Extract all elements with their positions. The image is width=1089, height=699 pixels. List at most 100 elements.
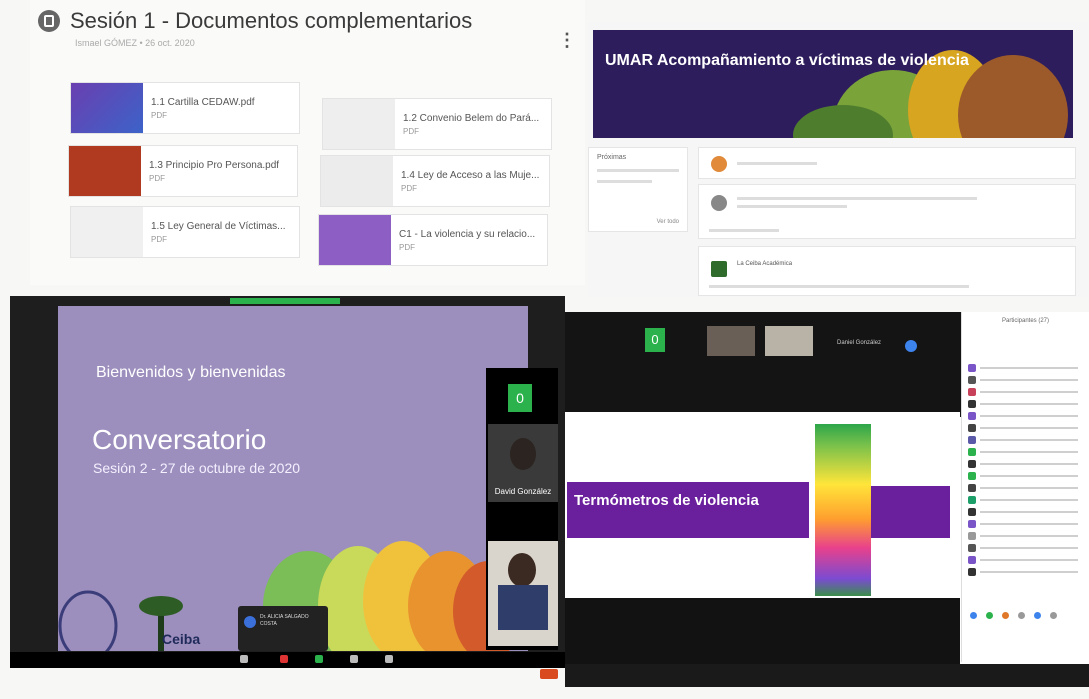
meeting-toolbar xyxy=(10,652,565,668)
stream-post[interactable] xyxy=(698,184,1076,239)
participant-row[interactable] xyxy=(968,364,1078,372)
share-bar xyxy=(230,298,340,304)
panel-title: Participantes (27) xyxy=(1002,318,1050,324)
participant-row[interactable] xyxy=(968,508,1078,516)
avatar xyxy=(711,156,727,172)
slide-logo-text: Ceiba xyxy=(162,631,201,647)
participant-row[interactable] xyxy=(968,568,1078,576)
video-tile[interactable] xyxy=(707,326,755,356)
reaction-icon[interactable] xyxy=(986,612,993,619)
participant-row[interactable] xyxy=(968,376,1078,384)
banner-illustration xyxy=(793,50,1068,138)
slide-title: Termómetros de violencia xyxy=(574,492,759,509)
reaction-icon[interactable] xyxy=(1018,612,1025,619)
class-stream-panel: UMAR Acompañamiento a víctimas de violen… xyxy=(588,22,1088,297)
reaction-icon[interactable] xyxy=(1050,612,1057,619)
slide-footer xyxy=(565,598,960,664)
class-title: UMAR Acompañamiento a víctimas de violen… xyxy=(605,52,969,69)
participant-row[interactable] xyxy=(968,496,1078,504)
slide-session: Sesión 2 - 27 de octubre de 2020 xyxy=(93,460,301,476)
pdf-thumbnail xyxy=(71,207,143,257)
attachment-name: 1.5 Ley General de Víctimas... xyxy=(151,220,286,232)
participant-row[interactable] xyxy=(968,448,1078,456)
slide-welcome: Bienvenidos y bienvenidas xyxy=(96,364,286,381)
attachment-type: PDF xyxy=(403,126,419,136)
attachment-type: PDF xyxy=(151,110,167,120)
attachment-type: PDF xyxy=(149,173,165,183)
documents-panel: Sesión 1 - Documentos complementarios Is… xyxy=(30,0,585,285)
video-tile[interactable] xyxy=(488,541,558,646)
assignment-icon xyxy=(38,10,60,32)
attachment-type: PDF xyxy=(399,242,415,252)
attachment-card[interactable]: 1.3 Principio Pro Persona.pdf PDF xyxy=(68,145,298,197)
more-options-icon[interactable]: ⋮ xyxy=(558,30,576,51)
attachment-name: 1.3 Principio Pro Persona.pdf xyxy=(149,159,280,171)
reaction-icon[interactable] xyxy=(1034,612,1041,619)
attachment-card[interactable]: 1.5 Ley General de Víctimas... PDF xyxy=(70,206,300,258)
participant-row[interactable] xyxy=(968,556,1078,564)
title-band xyxy=(567,482,809,538)
participant-row[interactable] xyxy=(968,472,1078,480)
attachment-type: PDF xyxy=(401,183,417,193)
screenshot-collage: Sesión 1 - Documentos complementarios Is… xyxy=(0,0,1089,699)
upcoming-line xyxy=(597,180,652,183)
pdf-thumbnail xyxy=(69,146,141,196)
title-band-right xyxy=(870,486,950,538)
attachment-card[interactable]: 1.4 Ley de Acceso a las Muje... PDF xyxy=(320,155,550,207)
person-body xyxy=(498,585,548,630)
participant-popup[interactable]: Dr. ALICIA SALGADO COSTA xyxy=(238,606,328,651)
participant-row[interactable] xyxy=(968,532,1078,540)
avatar xyxy=(244,616,256,628)
share-screen-icon[interactable] xyxy=(315,655,323,663)
page-title: Sesión 1 - Documentos complementarios xyxy=(70,8,473,33)
participants-panel: Participantes (27) xyxy=(961,312,1089,662)
video-icon[interactable] xyxy=(280,655,288,663)
upcoming-label: Próximas xyxy=(597,154,627,161)
speaking-indicator-icon xyxy=(905,340,917,352)
participant-row[interactable] xyxy=(968,460,1078,468)
post-author: La Ceiba Académica xyxy=(737,261,793,267)
participant-row[interactable] xyxy=(968,388,1078,396)
violentometro-graphic xyxy=(815,424,871,596)
attachment-name: 1.1 Cartilla CEDAW.pdf xyxy=(151,96,255,108)
attachment-type: PDF xyxy=(151,234,167,244)
participant-row[interactable] xyxy=(968,484,1078,492)
attachment-name: 1.2 Convenio Belem do Pará... xyxy=(403,112,540,124)
participant-row[interactable] xyxy=(968,412,1078,420)
class-banner: UMAR Acompañamiento a víctimas de violen… xyxy=(593,30,1073,138)
slide-title: Conversatorio xyxy=(92,424,267,455)
participant-tile[interactable]: 0 xyxy=(508,384,532,412)
view-all-link[interactable]: Ver todo xyxy=(657,219,679,225)
slide-trees xyxy=(58,541,523,651)
participant-row[interactable] xyxy=(968,544,1078,552)
participant-row[interactable] xyxy=(968,400,1078,408)
pdf-thumbnail xyxy=(319,215,391,265)
participant-row[interactable] xyxy=(968,436,1078,444)
attachment-card[interactable]: 1.1 Cartilla CEDAW.pdf PDF xyxy=(70,82,300,134)
participant-row[interactable] xyxy=(968,520,1078,528)
post-line xyxy=(737,205,847,208)
record-icon[interactable] xyxy=(350,655,358,663)
stream-post[interactable]: La Ceiba Académica xyxy=(698,246,1076,296)
participant-row[interactable] xyxy=(968,424,1078,432)
participant-tile[interactable]: 0 xyxy=(645,328,665,352)
pdf-thumbnail xyxy=(321,156,393,206)
leave-button[interactable] xyxy=(540,669,558,679)
video-tile[interactable] xyxy=(765,326,813,356)
post-line xyxy=(709,285,969,288)
reactions-icon[interactable] xyxy=(385,655,393,663)
meeting-toolbar xyxy=(565,664,1089,687)
popup-name: Dr. ALICIA SALGADO COSTA xyxy=(260,614,309,627)
presentation-slide: Bienvenidos y bienvenidas Conversatorio … xyxy=(58,306,528,651)
pdf-thumbnail xyxy=(323,99,395,149)
attachment-card[interactable]: 1.2 Convenio Belem do Pará... PDF xyxy=(322,98,552,150)
attachment-name: C1 - La violencia y su relacio... xyxy=(399,228,536,240)
announce-box[interactable] xyxy=(698,147,1076,179)
post-line xyxy=(737,197,977,200)
reaction-icon[interactable] xyxy=(1002,612,1009,619)
pdf-thumbnail xyxy=(71,83,143,133)
attachment-card[interactable]: C1 - La violencia y su relacio... PDF xyxy=(318,214,548,266)
mute-icon[interactable] xyxy=(240,655,248,663)
video-tile[interactable]: David González xyxy=(488,424,558,502)
reaction-icon[interactable] xyxy=(970,612,977,619)
